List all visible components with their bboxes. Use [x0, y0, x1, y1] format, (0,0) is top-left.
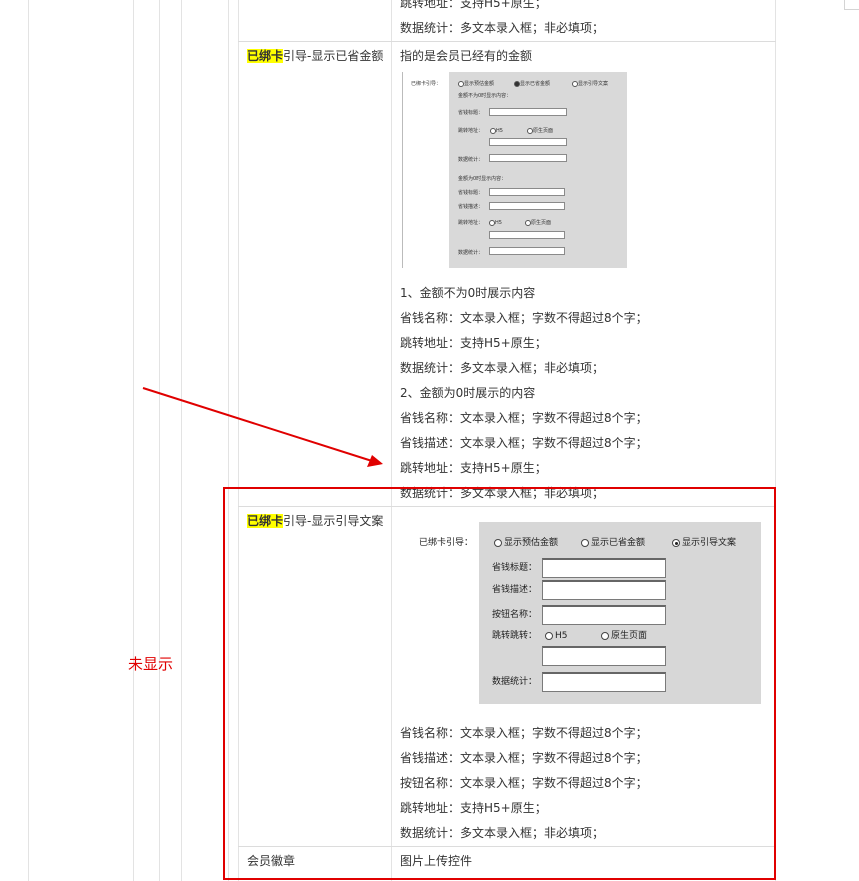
note-line: 跳转地址：支持H5+原生；	[400, 336, 547, 350]
field-input	[489, 231, 565, 239]
annotation-box	[223, 487, 776, 880]
field-label: 省钱描述：	[458, 204, 484, 210]
section-title: 金额不为0时显示内容：	[458, 93, 512, 99]
radio-label: 显示预估金额	[464, 81, 495, 87]
radio-label: H5	[495, 220, 502, 226]
note-line: 跳转地址：支持H5+原生；	[400, 461, 547, 475]
field-input	[489, 202, 565, 210]
scroll-corner	[844, 0, 859, 10]
note-line: 1、金额不为0时展示内容	[400, 286, 536, 300]
row-description: 指的是会员已经有的金额	[400, 49, 533, 63]
annotation-label: 未显示	[128, 655, 174, 673]
note-line: 2、金额为0时展示的内容	[400, 386, 536, 400]
screenshot-border	[402, 72, 403, 268]
radio-label: H5	[496, 128, 503, 134]
field-label: 跳转地址：	[458, 220, 484, 226]
field-input	[489, 188, 565, 196]
field-label: 省钱标题：	[458, 190, 484, 196]
note-line: 省钱名称：文本录入框；字数不得超过8个字；	[400, 411, 648, 425]
row-label-saved-amount: 已绑卡引导-显示已省金额	[247, 48, 383, 64]
note-line: 省钱名称：文本录入框；字数不得超过8个字；	[400, 311, 648, 325]
field-input	[489, 247, 565, 255]
section-title: 金额为0时显示内容：	[458, 176, 507, 182]
settings-panel: 显示预估金额 显示已省金额 显示引导文案 金额不为0时显示内容： 省钱标题： 跳…	[449, 72, 627, 268]
label-rest: 引导-显示已省金额	[283, 49, 384, 63]
column-line	[181, 0, 182, 881]
radio-label: 显示引导文案	[578, 81, 609, 87]
field-label: 数据统计：	[458, 157, 484, 163]
radio-label: 原生页面	[531, 220, 552, 226]
column-line	[133, 0, 134, 881]
note-line: 省钱描述：文本录入框；字数不得超过8个字；	[400, 436, 648, 450]
field-input	[489, 154, 567, 162]
field-label: 跳转地址：	[458, 128, 484, 134]
field-label: 数据统计：	[458, 250, 484, 256]
guide-label: 已绑卡引导：	[411, 81, 442, 87]
field-input	[489, 108, 567, 116]
label-highlight: 已绑卡	[247, 49, 284, 63]
top-line-2: 数据统计：多文本录入框；非必填项；	[400, 21, 605, 35]
radio-label: 原生页面	[533, 128, 554, 134]
row-divider	[238, 41, 776, 42]
note-line: 数据统计：多文本录入框；非必填项；	[400, 361, 605, 375]
radio-label: 显示已省金额	[520, 81, 551, 87]
screenshot-saved-amount: 已绑卡引导： 显示预估金额 显示已省金额 显示引导文案 金额不为0时显示内容： …	[402, 72, 627, 268]
top-line-1: 跳转地址：支持H5+原生；	[400, 0, 547, 10]
field-input	[489, 138, 567, 146]
column-line	[28, 0, 29, 881]
field-label: 省钱标题：	[458, 110, 484, 116]
column-line	[159, 0, 160, 881]
